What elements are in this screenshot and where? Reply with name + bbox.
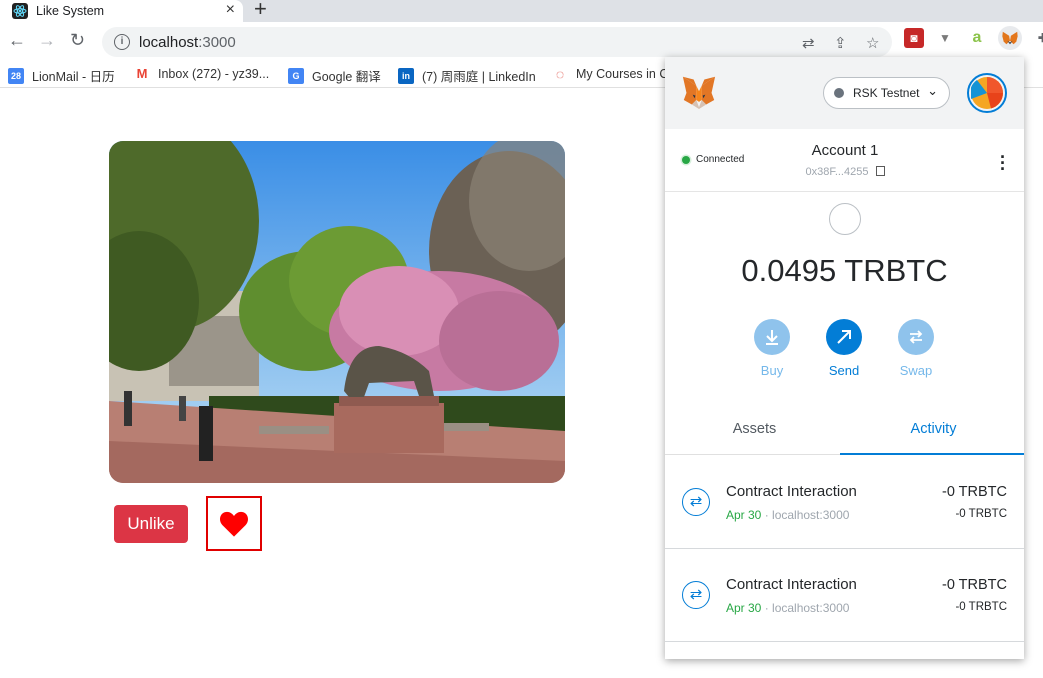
account-balance: 0.0495 TRBTC — [741, 253, 948, 288]
react-logo-icon — [12, 3, 28, 19]
tab-close-icon[interactable]: × — [226, 1, 235, 19]
network-selector[interactable]: RSK Testnet ⌄ — [823, 77, 950, 109]
bookmark-label: Inbox (272) - yz39... — [158, 67, 270, 81]
send-arrow-icon — [826, 319, 862, 355]
linkedin-icon: in — [398, 67, 414, 84]
extension-red-icon[interactable]: ◙ — [904, 28, 924, 48]
bookmark-linkedin[interactable]: in (7) 周雨庭 | LinkedIn — [398, 66, 536, 85]
contract-interaction-icon: ⇄ — [682, 488, 710, 516]
network-name: RSK Testnet — [853, 86, 920, 100]
transaction-title: Contract Interaction — [726, 483, 857, 500]
heart-icon — [220, 511, 248, 537]
account-address-text: 0x38F...4255 — [805, 166, 869, 178]
bookmark-label: My Courses in C — [576, 67, 669, 81]
swap-button[interactable]: Swap — [886, 319, 946, 378]
account-address[interactable]: 0x38F...4255 — [765, 165, 925, 178]
tab-assets[interactable]: Assets — [665, 421, 844, 437]
google-translate-icon: G — [288, 67, 304, 84]
metamask-fox-logo — [682, 76, 716, 109]
share-icon[interactable]: ⇪ — [834, 34, 847, 52]
transaction-fiat-amount: -0 TRBTC — [955, 508, 1007, 520]
forward-icon[interactable]: → — [38, 30, 56, 51]
transaction-date: Apr 30 — [726, 601, 762, 615]
browser-tab[interactable]: Like System × — [0, 0, 243, 22]
bookmark-label: Google 翻译 — [312, 70, 381, 84]
transaction-origin: localhost:3000 — [772, 508, 850, 522]
gmail-icon: M — [134, 66, 150, 82]
account-bar: Connected Account 1 0x38F...4255 · · · — [665, 129, 1024, 192]
address-bar[interactable]: i localhost:3000 ⇄ ⇪ ☆ — [102, 27, 892, 57]
metamask-header: RSK Testnet ⌄ — [665, 57, 1024, 129]
contract-interaction-icon: ⇄ — [682, 581, 710, 609]
like-heart-button[interactable] — [206, 496, 262, 551]
swap-label: Swap — [899, 363, 933, 378]
new-tab-button[interactable]: + — [254, 0, 267, 22]
metamask-extension-icon[interactable] — [998, 26, 1022, 50]
tab-strip: Like System × + — [0, 0, 1043, 22]
transaction-meta: Apr 30 · localhost:3000 — [726, 508, 850, 522]
tab-activity[interactable]: Activity — [844, 421, 1023, 437]
extensions-puzzle-icon[interactable]: ✚ — [1033, 28, 1043, 48]
transaction-fiat-amount: -0 TRBTC — [955, 601, 1007, 613]
bookmark-my-courses[interactable]: ◌ My Courses in C — [552, 66, 668, 82]
unlike-button[interactable]: Unlike — [114, 505, 188, 543]
url-host: localhost — [139, 33, 199, 51]
connection-status-label: Connected — [696, 154, 745, 165]
network-status-dot — [834, 88, 844, 98]
translate-icon[interactable]: ⇄ — [802, 34, 815, 52]
campus-photo — [109, 141, 565, 483]
browser-toolbar: ← → ↻ i localhost:3000 ⇄ ⇪ ☆ ◙ ▼ a ✚ — [0, 22, 1043, 60]
bookmark-lionmail[interactable]: 28 LionMail - 日历 — [8, 66, 115, 85]
token-icon — [829, 203, 861, 235]
bookmark-star-icon[interactable]: ☆ — [866, 34, 879, 52]
account-name[interactable]: Account 1 — [765, 142, 925, 159]
transaction-amount: -0 TRBTC — [942, 577, 1007, 593]
calendar-icon: 28 — [8, 67, 24, 84]
chevron-down-icon: ⌄ — [927, 83, 938, 98]
bookmark-label: (7) 周雨庭 | LinkedIn — [422, 70, 536, 84]
transaction-origin: localhost:3000 — [772, 601, 850, 615]
connected-dot-icon — [682, 155, 690, 164]
extension-v-icon[interactable]: ▼ — [935, 28, 955, 48]
metamask-popup: RSK Testnet ⌄ Connected Account 1 0x38F.… — [665, 57, 1024, 659]
asset-activity-tabs: Assets Activity — [665, 409, 1024, 455]
buy-label: Buy — [760, 363, 784, 378]
tab-title: Like System — [36, 4, 105, 18]
send-label: Send — [828, 363, 860, 378]
send-button[interactable]: Send — [814, 319, 874, 378]
swap-icon — [898, 319, 934, 355]
transaction-row[interactable]: ⇄ Contract Interaction Apr 30 · localhos… — [665, 457, 1024, 549]
courses-icon: ◌ — [552, 66, 568, 82]
transaction-date: Apr 30 — [726, 508, 762, 522]
transaction-row[interactable]: ⇄ Contract Interaction Apr 30 · localhos… — [665, 550, 1024, 642]
active-tab-indicator — [840, 453, 1024, 455]
reload-icon[interactable]: ↻ — [70, 30, 85, 51]
transaction-amount: -0 TRBTC — [942, 484, 1007, 500]
download-icon — [754, 319, 790, 355]
bookmark-google-translate[interactable]: G Google 翻译 — [288, 66, 381, 85]
bookmark-label: LionMail - 日历 — [32, 70, 115, 84]
back-icon[interactable]: ← — [8, 30, 26, 51]
url-port: :3000 — [198, 33, 236, 51]
transaction-title: Contract Interaction — [726, 576, 857, 593]
connection-status[interactable]: Connected — [682, 154, 744, 165]
buy-button[interactable]: Buy — [742, 319, 802, 378]
account-avatar[interactable] — [967, 73, 1007, 113]
account-options-kebab-icon[interactable]: · · · — [1000, 148, 1006, 178]
site-info-icon[interactable]: i — [114, 34, 130, 50]
transaction-meta: Apr 30 · localhost:3000 — [726, 601, 850, 615]
extension-a-icon[interactable]: a — [967, 28, 987, 48]
bookmark-inbox[interactable]: M Inbox (272) - yz39... — [134, 66, 269, 82]
copy-icon[interactable] — [875, 166, 885, 176]
